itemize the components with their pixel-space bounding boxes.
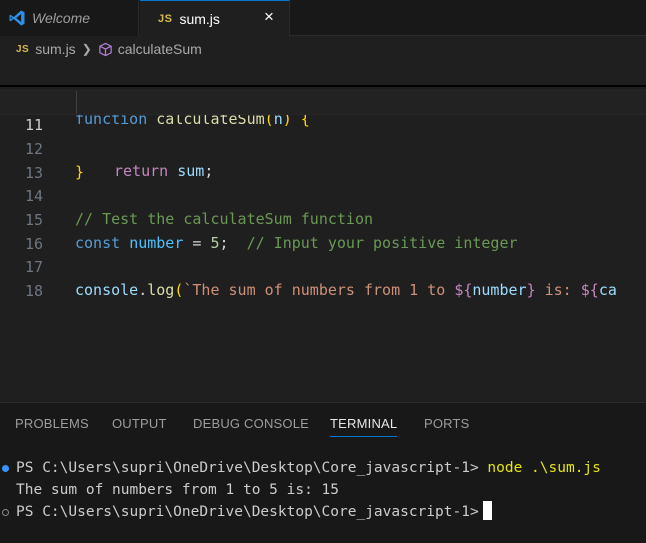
code-line[interactable]: 13 <box>0 139 646 182</box>
editor-tab-bar: Welcome JS sum.js × <box>0 0 646 37</box>
terminal-line: PS C:\Users\supri\OneDrive\Desktop\Core_… <box>16 501 492 523</box>
breadcrumb: JS sum.js ❯ calculateSum <box>0 37 646 61</box>
bottom-panel: PROBLEMS OUTPUT DEBUG CONSOLE TERMINAL P… <box>0 402 646 543</box>
terminal-prompt: PS C:\Users\supri\OneDrive\Desktop\Core_… <box>16 460 488 476</box>
code-text: console.log(`The sum of numbers from 1 t… <box>75 281 617 299</box>
method-cube-icon <box>99 42 112 56</box>
terminal-output: The sum of numbers from 1 to 5 is: 15 <box>16 482 340 498</box>
tab-terminal[interactable]: TERMINAL <box>330 416 398 437</box>
breadcrumb-symbol[interactable]: calculateSum <box>118 41 202 57</box>
code-line[interactable]: 14 // Test the calculateSum function <box>0 162 646 228</box>
code-line[interactable]: 12 } <box>0 115 646 181</box>
tab-welcome-label: Welcome <box>32 10 91 26</box>
terminal-prompt: PS C:\Users\supri\OneDrive\Desktop\Core_… <box>16 504 479 520</box>
command-pending-dot-icon <box>2 509 9 516</box>
tab-problems[interactable]: PROBLEMS <box>15 416 89 431</box>
js-file-icon: JS <box>158 13 173 25</box>
line-number: 18 <box>24 282 43 300</box>
close-icon[interactable]: × <box>261 8 277 25</box>
code-line[interactable]: 17 console.log(`The sum of numbers from … <box>0 233 646 299</box>
code-line[interactable]: 11 return sum; <box>0 90 646 180</box>
code-line[interactable]: 1 function calculateSum(n) { <box>0 62 646 128</box>
tab-sum-js[interactable]: JS sum.js × <box>140 0 290 37</box>
chevron-right-icon: ❯ <box>81 42 92 56</box>
code-editor[interactable]: 1 function calculateSum(n) { 11 return s… <box>0 62 646 402</box>
code-line[interactable]: 16 <box>0 210 646 253</box>
panel-tab-bar: PROBLEMS OUTPUT DEBUG CONSOLE TERMINAL P… <box>0 403 646 443</box>
code-line[interactable]: 15 const number = 5; // Input your posit… <box>0 186 646 252</box>
breadcrumb-file[interactable]: sum.js <box>35 41 75 57</box>
terminal-line: PS C:\Users\supri\OneDrive\Desktop\Core_… <box>16 457 601 479</box>
command-success-dot-icon <box>2 465 9 472</box>
tab-output[interactable]: OUTPUT <box>112 416 167 431</box>
tab-debug-console[interactable]: DEBUG CONSOLE <box>193 416 309 431</box>
tab-ports[interactable]: PORTS <box>424 416 470 431</box>
tab-sum-js-label: sum.js <box>179 11 220 27</box>
vscode-logo-icon <box>9 10 25 26</box>
terminal-cursor <box>482 501 492 520</box>
js-file-icon: JS <box>16 43 30 55</box>
code-line[interactable]: 18 <box>0 257 646 300</box>
terminal-command: node .\sum.js <box>487 460 601 476</box>
tab-welcome[interactable]: Welcome <box>0 0 139 36</box>
indent-guide <box>76 91 77 114</box>
